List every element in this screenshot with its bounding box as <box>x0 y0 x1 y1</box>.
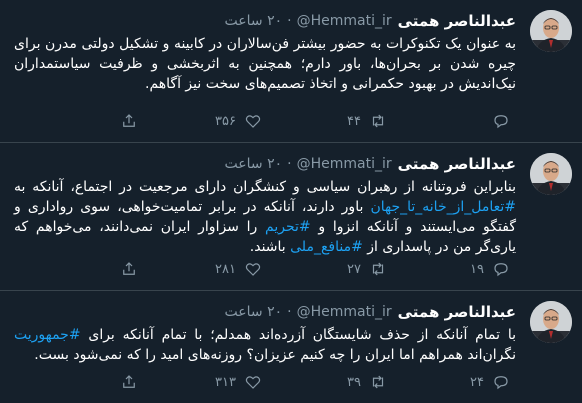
author-name[interactable]: عبدالناصر همتی <box>398 155 516 173</box>
avatar[interactable] <box>530 10 572 52</box>
tweet[interactable]: عبدالناصر همتی @Hemmati_ir · ۲۰ ساعت بنا… <box>0 143 582 291</box>
share-button[interactable] <box>120 260 138 278</box>
retweet-count: ۳۹ <box>347 374 361 390</box>
tweet-text: با تمام آنانکه از حذف شایستگان آزرده‌اند… <box>14 325 516 365</box>
like-count: ۲۸۱ <box>215 261 236 277</box>
avatar-photo <box>530 153 572 195</box>
retweet-icon <box>372 262 384 276</box>
reply-button[interactable]: ۲۴ <box>470 373 510 391</box>
reply-count: ۱۹ <box>470 261 484 277</box>
avatar[interactable] <box>530 153 572 195</box>
retweet-button[interactable]: ۲۷ <box>347 260 387 278</box>
reply-icon <box>494 376 508 390</box>
like-count: ۳۵۶ <box>215 113 236 129</box>
retweet-button[interactable]: ۳۹ <box>347 373 387 391</box>
heart-icon <box>245 115 261 128</box>
tweet[interactable]: عبدالناصر همتی @Hemmati_ir · ۲۰ ساعت با … <box>0 291 582 403</box>
reply-count: ۲۴ <box>470 374 484 390</box>
tweet-actions: ۴۴ ۳۵۶ <box>14 112 510 132</box>
reply-button[interactable]: ۱۹ <box>470 260 510 278</box>
separator-dot: · <box>287 304 292 320</box>
like-button[interactable]: ۲۸۱ <box>215 260 262 278</box>
retweet-count: ۲۷ <box>347 261 361 277</box>
heart-icon <box>245 263 261 276</box>
tweet-text-part: باشند. <box>249 239 291 255</box>
tweet-text: بنابراین فروتنانه از رهبران سیاسی و کنشگ… <box>14 177 516 257</box>
like-count: ۳۱۳ <box>215 374 236 390</box>
share-button[interactable] <box>120 112 138 130</box>
share-icon <box>123 262 135 275</box>
tweet-time[interactable]: ۲۰ ساعت <box>225 304 283 320</box>
tweet-text: به عنوان یک تکنوکرات به حضور بیشتر فن‌سا… <box>14 34 516 94</box>
retweet-button[interactable]: ۴۴ <box>347 112 387 130</box>
retweet-count: ۴۴ <box>347 113 361 129</box>
reply-button[interactable] <box>484 112 510 130</box>
tweet-actions: ۱۹ ۲۷ ۲۸۱ <box>14 260 510 280</box>
reply-icon <box>494 115 508 129</box>
like-button[interactable]: ۳۵۶ <box>215 112 262 130</box>
author-name[interactable]: عبدالناصر همتی <box>398 303 516 321</box>
heart-icon <box>245 376 261 389</box>
hashtag-link[interactable]: #تحریم <box>265 219 311 235</box>
share-icon <box>123 375 135 388</box>
tweet-text-part: با تمام آنانکه از حذف شایستگان آزرده‌اند… <box>80 327 516 343</box>
avatar-photo <box>530 301 572 343</box>
hashtag-link[interactable]: #جمهوریت <box>14 327 81 343</box>
share-icon <box>123 114 135 127</box>
tweet-text-part: نگران‌اند همراهم اما ایران را چه کنیم عز… <box>34 347 516 363</box>
author-handle[interactable]: @Hemmati_ir <box>297 13 392 29</box>
avatar-photo <box>530 10 572 52</box>
separator-dot: · <box>287 156 292 172</box>
author-handle[interactable]: @Hemmati_ir <box>297 156 392 172</box>
author-name[interactable]: عبدالناصر همتی <box>398 12 516 30</box>
tweet-feed: عبدالناصر همتی @Hemmati_ir · ۲۰ ساعت به … <box>0 0 582 403</box>
avatar[interactable] <box>530 301 572 343</box>
tweet-time[interactable]: ۲۰ ساعت <box>225 156 283 172</box>
hashtag-link[interactable]: #تعامل_از_خانه_تا_جهان <box>370 199 516 215</box>
tweet-text-part: به عنوان یک تکنوکرات به حضور بیشتر فن‌سا… <box>14 36 516 92</box>
hashtag-link[interactable]: #منافع_ملی <box>290 239 363 255</box>
tweet-time[interactable]: ۲۰ ساعت <box>225 13 283 29</box>
retweet-icon <box>372 375 384 389</box>
like-button[interactable]: ۳۱۳ <box>215 373 262 391</box>
tweet-text-part: بنابراین فروتنانه از رهبران سیاسی و کنشگ… <box>14 179 516 195</box>
reply-icon <box>494 263 508 277</box>
separator-dot: · <box>287 13 292 29</box>
tweet[interactable]: عبدالناصر همتی @Hemmati_ir · ۲۰ ساعت به … <box>0 0 582 143</box>
share-button[interactable] <box>120 373 138 391</box>
retweet-icon <box>372 114 384 128</box>
tweet-actions: ۲۴ ۳۹ ۳۱۳ <box>14 373 510 393</box>
author-handle[interactable]: @Hemmati_ir <box>297 304 392 320</box>
